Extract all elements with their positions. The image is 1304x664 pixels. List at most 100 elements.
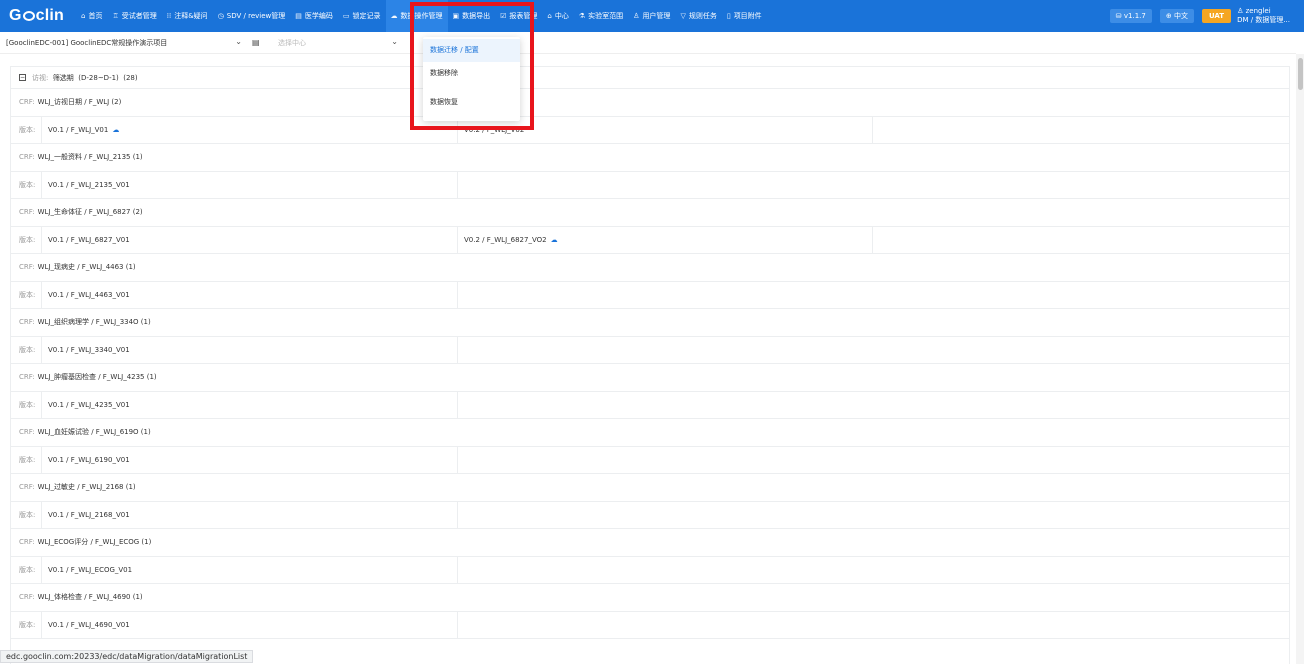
crf-row: CRF: WLJ_体格检查 / F_WLJ_4690 (1) xyxy=(11,584,1289,612)
nav-item-label: 首页 xyxy=(88,12,103,20)
nav-item-0[interactable]: ⌂ 首页 xyxy=(76,0,107,32)
version-cell[interactable]: V0.1 / F_WLJ_V01 ☁ xyxy=(42,116,458,143)
layers-icon: ⛁ xyxy=(1115,12,1124,20)
crf-label: CRF: xyxy=(19,593,35,602)
attachment-icon: ▯ xyxy=(726,12,731,20)
crf-list: CRF: WLJ_访视日期 / F_WLJ (2) 版本: V0.1 / F_WLJ_… xyxy=(11,89,1289,639)
crf-row: CRF: WLJ_肿瘤基因检查 / F_WLJ_4235 (1) xyxy=(11,364,1289,392)
nav-item-5[interactable]: ▭ 锁定记录 xyxy=(338,0,386,32)
project-select[interactable]: [GooclinEDC-001] GooclinEDC常规操作演示项目 ⌄ xyxy=(6,36,242,48)
crf-label: CRF: xyxy=(19,538,35,547)
version-name: V0.1 / F_WLJ_4690_V01 xyxy=(48,620,130,629)
crf-name: WLJ_访视日期 / F_WLJ (2) xyxy=(37,98,122,107)
version-label: 版本: xyxy=(11,171,42,198)
document-icon: ▤ xyxy=(295,12,302,20)
visit-label: 访视: xyxy=(32,73,49,82)
nav-item-13[interactable]: ▯ 项目附件 xyxy=(722,0,767,32)
visit-window: (D-28~D-1) xyxy=(78,73,119,82)
version-label: 版本: xyxy=(11,336,42,363)
nav-item-11[interactable]: ♙ 用户管理 xyxy=(628,0,675,32)
crf-name: WLJ_一般资料 / F_WLJ_2135 (1) xyxy=(37,153,143,162)
user-icon: ♙ xyxy=(1237,7,1246,15)
version-label: 版本: xyxy=(11,446,42,473)
version-cell[interactable]: V0.1 / F_WLJ_4463_V01 xyxy=(42,281,458,308)
version-row: 版本: V0.1 / F_WLJ_6827_V01 V0.2 / F_WLJ_682… xyxy=(11,226,1289,254)
crf-label: CRF: xyxy=(19,153,35,162)
crf-name: WLJ_肿瘤基因检查 / F_WLJ_4235 (1) xyxy=(37,373,157,382)
version-cell[interactable]: V0.2 / F_WLJ_6827_VO2 ☁ xyxy=(458,226,873,253)
version-cell[interactable]: V0.1 / F_WLJ_ECOG_V01 xyxy=(42,556,458,583)
version-label: 版本: xyxy=(11,116,42,143)
top-navigation-bar: Gclin ⌂ 首页 ♖ 受试者管理 ⁞⁞ 注释&疑问 ◷ SDV / review管理 ▤ 医学… xyxy=(0,0,1304,32)
crf-row: CRF: WLJ_血妊娠试验 / F_WLJ_619O (1) xyxy=(11,419,1289,447)
lock-record-icon: ▭ xyxy=(342,12,350,20)
home-icon: ⌂ xyxy=(81,12,86,20)
visit-header-row[interactable]: − 访视: 筛选期 (D-28~D-1) (28) xyxy=(11,67,1289,89)
project-document-icon[interactable]: ▤ xyxy=(252,38,262,47)
nav-item-10[interactable]: ⚗ 实验室范围 xyxy=(574,0,628,32)
crf-label: CRF: xyxy=(19,98,35,107)
crf-name: WLJ_现病史 / F_WLJ_4463 (1) xyxy=(37,263,136,272)
version-label: 版本: xyxy=(11,501,42,528)
nav-item-3[interactable]: ◷ SDV / review管理 xyxy=(213,0,291,32)
highlight-annotation-box xyxy=(410,2,534,130)
crf-name: WLJ_生命体征 / F_WLJ_6827 (2) xyxy=(37,208,143,217)
cloud-upload-icon[interactable]: ☁ xyxy=(551,236,558,244)
project-select-value: [GooclinEDC-001] GooclinEDC常规操作演示项目 xyxy=(6,38,168,47)
version-row: 版本: V0.1 / F_WLJ_2168_V01 xyxy=(11,501,1289,529)
chevron-down-icon: ⌄ xyxy=(235,36,242,46)
vertical-scrollbar[interactable] xyxy=(1296,54,1304,664)
language-button[interactable]: ⊕ 中文 xyxy=(1159,9,1194,23)
filter-icon: ▽ xyxy=(680,12,686,20)
nav-item-2[interactable]: ⁞⁞ 注释&疑问 xyxy=(162,0,213,32)
nav-item-9[interactable]: ⌂ 中心 xyxy=(542,0,573,32)
version-cell[interactable]: V0.1 / F_WLJ_4235_V01 xyxy=(42,391,458,418)
nav-item-label: 规则任务 xyxy=(688,12,717,20)
version-cell[interactable]: V0.1 / F_WLJ_6190_V01 xyxy=(42,446,458,473)
language-label: 中文 xyxy=(1173,12,1188,20)
crf-row: CRF: WLJ_过敏史 / F_WLJ_2168 (1) xyxy=(11,474,1289,502)
version-name: V0.1 / F_WLJ_4463_V01 xyxy=(48,290,130,299)
version-name: V0.1 / F_WLJ_6190_V01 xyxy=(48,455,130,464)
scrollbar-thumb[interactable] xyxy=(1298,58,1303,90)
user-menu[interactable]: ♙ zenglei DM / 数据管理... xyxy=(1237,7,1290,25)
crf-version-panel: − 访视: 筛选期 (D-28~D-1) (28) CRF: WLJ_访视日期 /… xyxy=(10,66,1290,664)
version-cell[interactable]: V0.1 / F_WLJ_6827_V01 xyxy=(42,226,458,253)
version-name: V0.1 / F_WLJ_ECOG_V01 xyxy=(48,565,133,574)
cloud-upload-icon[interactable]: ☁ xyxy=(112,126,119,134)
nav-item-12[interactable]: ▽ 规则任务 xyxy=(675,0,721,32)
version-name: V0.1 / F_WLJ_3340_V01 xyxy=(48,345,130,354)
collapse-icon[interactable]: − xyxy=(19,74,26,81)
version-row: 版本: V0.1 / F_WLJ_4463_V01 xyxy=(11,281,1289,309)
version-cell[interactable]: V0.1 / F_WLJ_3340_V01 xyxy=(42,336,458,363)
nav-item-4[interactable]: ▤ 医学编码 xyxy=(290,0,338,32)
version-row: 版本: V0.1 / F_WLJ_3340_V01 xyxy=(11,336,1289,364)
chevron-down-icon: ⌄ xyxy=(391,36,398,46)
version-button[interactable]: ⛁ v1.1.7 xyxy=(1109,9,1152,23)
nav-item-1[interactable]: ♖ 受试者管理 xyxy=(107,0,161,32)
crf-row: CRF: WLJ_一般资料 / F_WLJ_2135 (1) xyxy=(11,144,1289,172)
crf-row: CRF: WLJ_组织病理学 / F_WLJ_334O (1) xyxy=(11,309,1289,337)
nav-item-label: 项目附件 xyxy=(733,12,762,20)
version-row: 版本: V0.1 / F_WLJ_6190_V01 xyxy=(11,446,1289,474)
subject-icon: ♖ xyxy=(112,12,119,20)
header-tools: ⛁ v1.1.7 ⊕ 中文 UAT ♙ zenglei DM / 数据管理... xyxy=(1109,0,1304,32)
logo-text-end: clin xyxy=(35,7,65,24)
username-text: zenglei xyxy=(1245,7,1271,15)
center-icon: ⌂ xyxy=(547,12,552,20)
annotation-icon: ⁞⁞ xyxy=(166,12,172,20)
app-logo[interactable]: Gclin xyxy=(9,7,64,25)
clock-icon: ◷ xyxy=(217,12,224,20)
version-cell[interactable]: V0.1 / F_WLJ_4690_V01 xyxy=(42,611,458,638)
logo-ring-icon xyxy=(22,11,35,21)
globe-icon: ⊕ xyxy=(1165,12,1174,20)
version-label: 版本: xyxy=(11,391,42,418)
version-cell[interactable]: V0.1 / F_WLJ_2135_V01 xyxy=(42,171,458,198)
version-label: 版本: xyxy=(11,611,42,638)
nav-item-label: 实验室范围 xyxy=(588,12,624,20)
center-select[interactable]: 选择中心 ⌄ xyxy=(278,36,398,48)
version-label: 版本: xyxy=(11,281,42,308)
visit-count: (28) xyxy=(123,73,138,82)
cloud-icon: ☁ xyxy=(390,12,398,20)
version-cell[interactable]: V0.1 / F_WLJ_2168_V01 xyxy=(42,501,458,528)
